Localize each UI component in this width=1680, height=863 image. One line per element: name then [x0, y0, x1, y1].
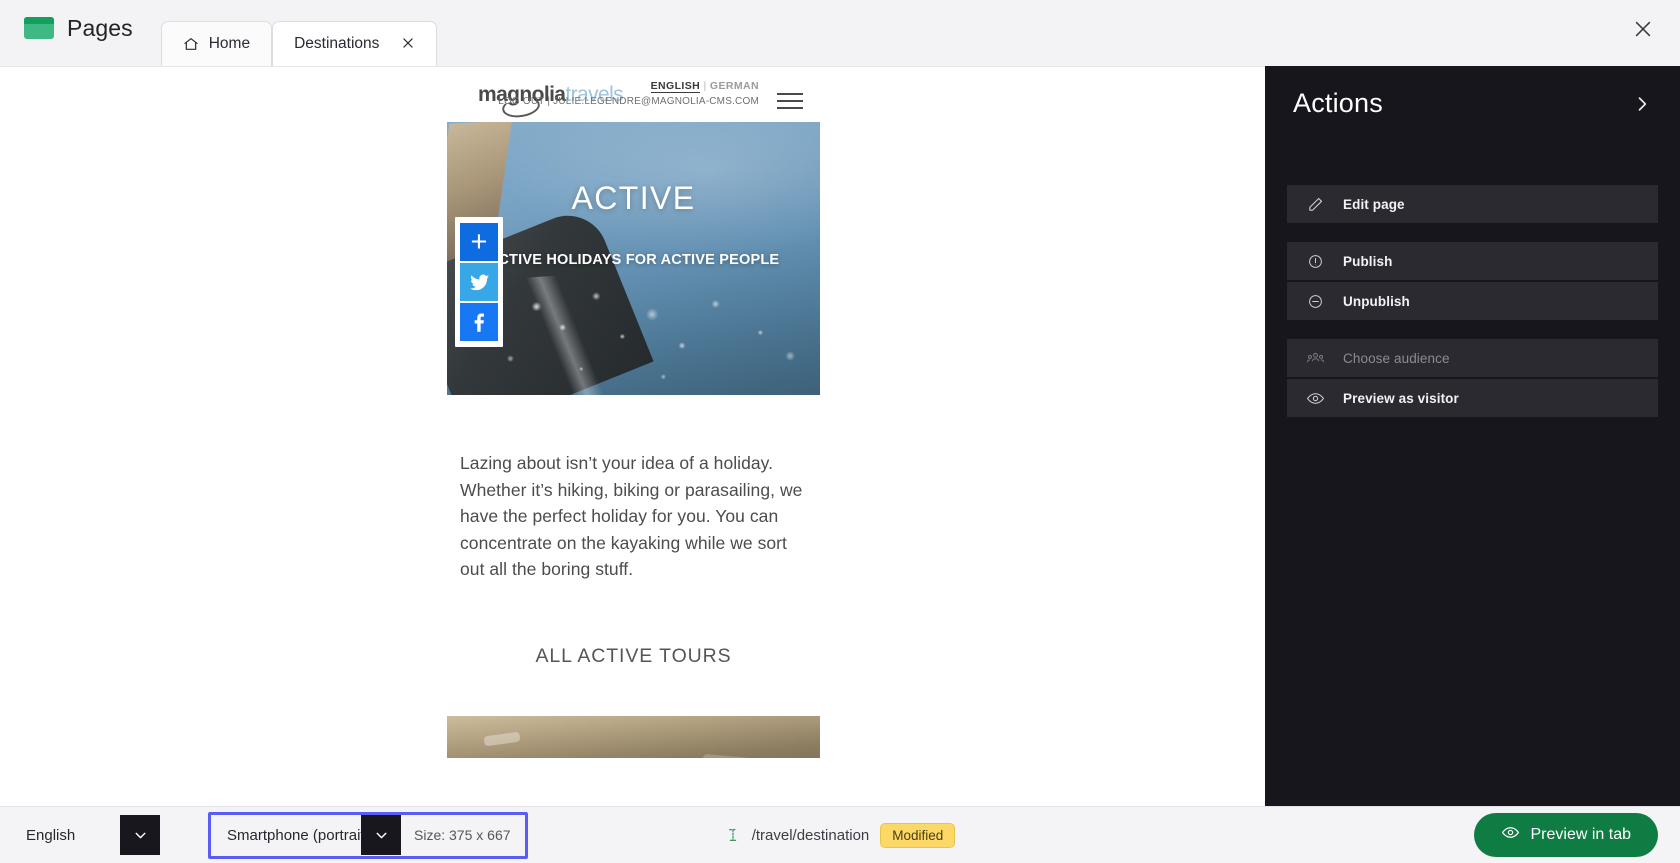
hero-title: ACTIVE	[571, 180, 696, 216]
status-bar: English Smartphone (portrait) Size: 375 …	[0, 806, 1680, 863]
actions-group: Publish Unpublish	[1287, 242, 1658, 320]
audience-icon	[1287, 349, 1343, 368]
hamburger-bar	[777, 93, 803, 95]
site-lang-separator: |	[703, 80, 707, 92]
action-preview-as-visitor[interactable]: Preview as visitor	[1287, 379, 1658, 417]
device-size-label: Size: 375 x 667	[414, 827, 511, 843]
hamburger-bar	[777, 107, 803, 109]
actions-panel: Actions Edit page Publish Unpublish Choo…	[1265, 66, 1680, 824]
chevron-right-icon[interactable]	[1632, 94, 1652, 114]
site-header-right: ENGLISH | GERMAN LOG OUT | JULIE.LEGENDR…	[498, 80, 759, 107]
tour-teaser-image[interactable]	[447, 715, 820, 758]
eye-icon	[1287, 389, 1343, 408]
device-select[interactable]: Smartphone (portrait) Size: 375 x 667	[208, 811, 528, 859]
section-heading: ALL ACTIVE TOURS	[535, 644, 732, 667]
addthis-plus-glyph: +	[470, 225, 488, 258]
publish-icon	[1287, 253, 1343, 270]
top-bar: Pages Home Destinations	[0, 0, 1680, 66]
action-preview-as-visitor-label: Preview as visitor	[1343, 390, 1459, 406]
pencil-icon	[1287, 196, 1343, 213]
hero-banner: ACTIVE ACTIVE HOLIDAYS FOR ACTIVE PEOPLE…	[447, 122, 820, 395]
tab-home-label: Home	[208, 35, 251, 52]
site-lang-german[interactable]: GERMAN	[710, 80, 759, 92]
tab-home[interactable]: Home	[160, 21, 273, 66]
tab-strip: Home Destinations	[160, 0, 438, 66]
addthis-share-icon[interactable]: +	[460, 223, 498, 261]
actions-list: Edit page Publish Unpublish Choose audie…	[1265, 185, 1680, 417]
action-publish[interactable]: Publish	[1287, 242, 1658, 280]
actions-group: Edit page	[1287, 185, 1658, 223]
site-language-switch[interactable]: ENGLISH | GERMAN	[498, 80, 759, 93]
device-select-value[interactable]: Smartphone (portrait)	[213, 815, 361, 855]
tab-destinations-label: Destinations	[294, 35, 380, 52]
app-title: Pages	[67, 14, 133, 41]
unpublish-icon	[1287, 293, 1343, 310]
window-close-icon[interactable]	[1632, 18, 1654, 40]
language-select[interactable]: English	[12, 815, 160, 855]
twitter-share-icon[interactable]	[460, 263, 498, 301]
action-edit-page-label: Edit page	[1343, 196, 1405, 212]
preview-in-tab-button[interactable]: Preview in tab	[1473, 813, 1658, 857]
chevron-down-icon[interactable]	[361, 815, 401, 855]
preview-in-tab-label: Preview in tab	[1530, 826, 1632, 843]
site-header: magnoliatravels ENGLISH | GERMAN LOG OUT…	[446, 66, 821, 122]
action-choose-audience-label: Choose audience	[1343, 350, 1450, 366]
tab-destinations-close-icon[interactable]	[401, 36, 415, 53]
social-share-rail: +	[455, 217, 503, 347]
action-choose-audience: Choose audience	[1287, 339, 1658, 377]
hamburger-menu-icon[interactable]	[777, 88, 803, 114]
pages-logo-icon	[24, 17, 54, 39]
site-logout-line[interactable]: LOG OUT | JULIE.LEGENDRE@MAGNOLIA-CMS.CO…	[498, 96, 759, 107]
language-select-value[interactable]: English	[12, 815, 120, 855]
actions-title: Actions	[1293, 88, 1383, 118]
hamburger-bar	[777, 100, 803, 102]
status-badge: Modified	[880, 822, 956, 848]
action-unpublish-label: Unpublish	[1343, 293, 1410, 309]
action-publish-label: Publish	[1343, 253, 1393, 269]
actions-group: Choose audience Preview as visitor	[1287, 339, 1658, 417]
chevron-down-icon[interactable]	[120, 815, 160, 855]
facebook-share-icon[interactable]	[460, 303, 498, 341]
app-brand: Pages	[0, 3, 133, 69]
preview-canvas: magnoliatravels ENGLISH | GERMAN LOG OUT…	[0, 66, 1265, 758]
eye-icon	[1501, 823, 1520, 847]
actions-header: Actions	[1265, 66, 1680, 119]
tab-destinations[interactable]: Destinations	[272, 21, 438, 66]
page-status-icon	[725, 827, 741, 843]
body-copy: Lazing about isn’t your idea of a holida…	[460, 453, 803, 579]
action-edit-page[interactable]: Edit page	[1287, 185, 1658, 223]
site-lang-english[interactable]: ENGLISH	[650, 80, 701, 93]
action-unpublish[interactable]: Unpublish	[1287, 282, 1658, 320]
device-viewport: magnoliatravels ENGLISH | GERMAN LOG OUT…	[446, 66, 821, 758]
home-icon	[183, 36, 199, 52]
page-path: /travel/destination	[751, 826, 870, 844]
